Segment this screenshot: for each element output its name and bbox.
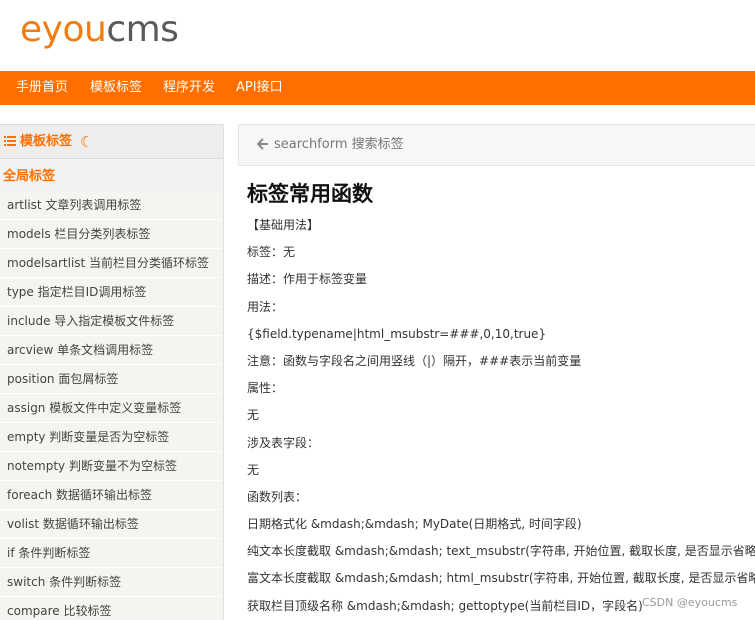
nav-manual-home[interactable]: 手册首页 [16, 71, 68, 105]
doc-line: 无 [247, 408, 260, 423]
logo[interactable]: eyoucms [20, 8, 179, 52]
doc-line: 【基础用法】 [247, 218, 320, 232]
watermark: CSDN @eyoucms [642, 596, 738, 609]
logo-e: e [20, 9, 42, 50]
top-nav: 手册首页 模板标签 程序开发 API接口 [0, 71, 755, 105]
doc-line: 注意：函数与字段名之间用竖线（|）隔开，###表示当前变量 [247, 353, 582, 368]
sidebar-item[interactable]: compare 比较标签 [0, 597, 221, 620]
nav-template-tags[interactable]: 模板标签 [90, 71, 142, 105]
sidebar-menu: artlist 文章列表调用标签 models 栏目分类列表标签 modelsa… [0, 191, 221, 620]
nav-program-dev[interactable]: 程序开发 [163, 71, 215, 105]
sidebar-item[interactable]: notempty 判断变量不为空标签 [0, 452, 221, 481]
doc-line: 无 [247, 462, 260, 477]
sidebar-item[interactable]: if 条件判断标签 [0, 539, 221, 568]
breadcrumb: searchform 搜索标签 [238, 124, 755, 166]
sidebar-item[interactable]: assign 模板文件中定义变量标签 [0, 394, 221, 423]
main-content: searchform 搜索标签 标签常用函数 【基础用法】 标签：无 描述：作用… [238, 124, 755, 620]
nav-api[interactable]: API接口 [236, 71, 283, 105]
doc-line: 属性： [247, 381, 284, 396]
doc-line: 描述：作用于标签变量 [247, 272, 368, 287]
header: eyoucms [0, 0, 755, 71]
sidebar-item[interactable]: foreach 数据循环输出标签 [0, 481, 221, 510]
sidebar-item[interactable]: include 导入指定模板文件标签 [0, 307, 221, 336]
sidebar-item[interactable]: switch 条件判断标签 [0, 568, 221, 597]
sidebar-item[interactable]: artlist 文章列表调用标签 [0, 191, 221, 220]
breadcrumb-text[interactable]: searchform 搜索标签 [274, 125, 404, 165]
doc-line: {$field.typename|html_msubstr=###,0,10,t… [247, 326, 547, 341]
sidebar-item[interactable]: modelsartlist 当前栏目分类循环标签 [0, 249, 221, 278]
sidebar: 模板标签 ☾ 全局标签 artlist 文章列表调用标签 models 栏目分类… [0, 124, 224, 620]
sidebar-header: 模板标签 ☾ [0, 124, 223, 159]
doc-line: 纯文本长度截取 &mdash;&mdash; text_msubstr(字符串,… [247, 544, 755, 559]
sidebar-item[interactable]: type 指定栏目ID调用标签 [0, 278, 221, 307]
doc-line: 用法： [247, 299, 284, 314]
sidebar-item[interactable]: arcview 单条文档调用标签 [0, 336, 221, 365]
sidebar-item[interactable]: position 面包屑标签 [0, 365, 221, 394]
page-title: 标签常用函数 [247, 182, 373, 206]
sidebar-item[interactable]: empty 判断变量是否为空标签 [0, 423, 221, 452]
doc-line: 函数列表： [247, 489, 308, 504]
moon-icon[interactable]: ☾ [80, 133, 93, 151]
list-icon [4, 136, 16, 146]
sidebar-item[interactable]: models 栏目分类列表标签 [0, 220, 221, 249]
doc-line: 日期格式化 &mdash;&mdash; MyDate(日期格式, 时间字段) [247, 517, 582, 532]
doc-line: 标签：无 [247, 245, 296, 260]
category-title[interactable]: 全局标签 [3, 165, 55, 184]
sidebar-title: 模板标签 [20, 134, 73, 149]
doc-line: 涉及表字段： [247, 435, 320, 450]
doc-body: 【基础用法】 标签：无 描述：作用于标签变量 用法： {$field.typen… [247, 212, 755, 620]
doc-line: 富文本长度截取 &mdash;&mdash; html_msubstr(字符串,… [247, 571, 755, 586]
logo-cms: cms [106, 9, 179, 50]
logo-you: you [41, 9, 107, 50]
sidebar-item[interactable]: volist 数据循环输出标签 [0, 510, 221, 539]
arrow-left-icon[interactable] [257, 138, 269, 150]
